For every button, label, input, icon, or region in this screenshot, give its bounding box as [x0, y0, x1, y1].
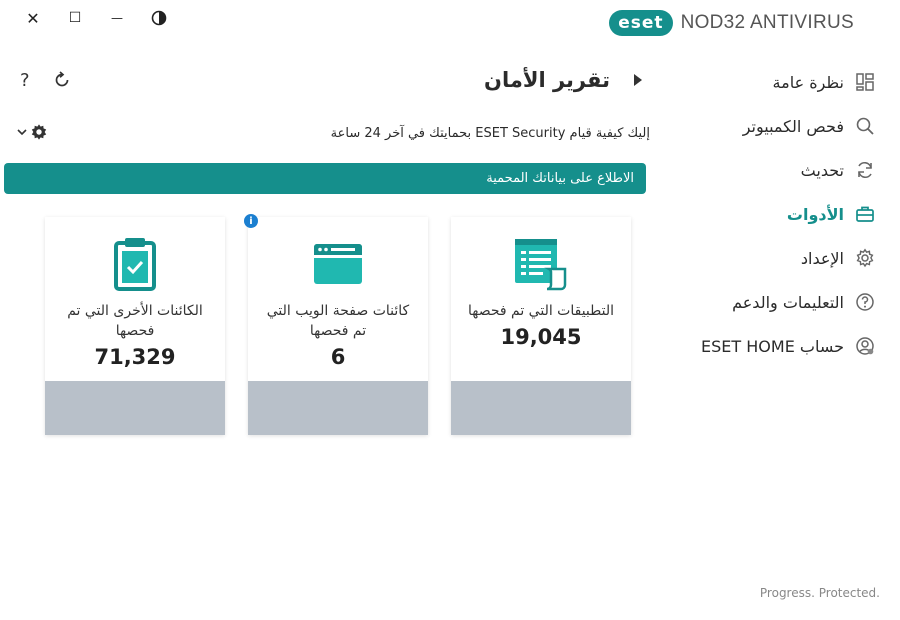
- card-value: 71,329: [94, 345, 176, 369]
- stats-cards: الكائنات الأخرى التي تم فحصها 71,329 i ك…: [45, 214, 631, 435]
- protected-data-banner[interactable]: الاطلاع على بياناتك المحمية: [4, 163, 646, 194]
- card-applications[interactable]: التطبيقات التي تم فحصها 19,045: [451, 217, 631, 435]
- close-icon: ✕: [26, 8, 40, 28]
- sub-header: إليك كيفية قيام ESET Security بحمايتك في…: [0, 120, 660, 148]
- gear-icon: [31, 124, 47, 140]
- card-other-objects[interactable]: الكائنات الأخرى التي تم فحصها 71,329: [45, 217, 225, 435]
- gear-icon: [854, 247, 876, 269]
- card-label: التطبيقات التي تم فحصها: [467, 303, 615, 319]
- sidebar-item-label: فحص الكمبيوتر: [742, 116, 844, 136]
- sidebar-item-account[interactable]: حساب ESET HOME: [676, 324, 876, 368]
- eset-logo: eset: [609, 10, 673, 36]
- contrast-icon: [151, 10, 167, 26]
- brand: eset NOD32 ANTIVIRUS: [609, 10, 854, 36]
- browser-window-icon: [313, 237, 363, 291]
- sidebar-item-help[interactable]: التعليمات والدعم: [676, 280, 876, 324]
- search-icon: [854, 115, 876, 137]
- sidebar-item-label: التعليمات والدعم: [732, 292, 844, 312]
- maximize-button[interactable]: ☐: [54, 8, 96, 28]
- toolbox-icon: [854, 203, 876, 225]
- page-header: ? تقرير الأمان: [0, 64, 650, 100]
- card-label: الكائنات الأخرى التي تم فحصها: [67, 303, 203, 339]
- card-footer: [45, 381, 225, 435]
- card-value: 6: [330, 345, 346, 369]
- card-value: 19,045: [500, 325, 582, 349]
- minimize-icon: —: [111, 11, 123, 25]
- close-button[interactable]: ✕: [12, 8, 54, 28]
- refresh-button[interactable]: [52, 70, 72, 94]
- sidebar-item-label: الأدوات: [786, 204, 844, 224]
- caret-right-icon[interactable]: [634, 74, 642, 86]
- info-icon[interactable]: i: [244, 214, 258, 228]
- sidebar-item-label: تحديث: [800, 160, 844, 180]
- document-list-icon: [513, 237, 569, 291]
- sidebar-item-update[interactable]: تحديث: [676, 148, 876, 192]
- sidebar-item-label: الإعداد: [800, 248, 844, 268]
- maximize-icon: ☐: [68, 10, 82, 26]
- sidebar-item-tools[interactable]: الأدوات: [676, 192, 876, 236]
- chevron-down-icon: [17, 129, 27, 136]
- settings-dropdown[interactable]: [16, 123, 48, 141]
- refresh-icon: [55, 71, 69, 87]
- page-title: تقرير الأمان: [484, 68, 610, 92]
- minimize-button[interactable]: —: [96, 8, 138, 28]
- help-button[interactable]: ?: [20, 70, 30, 91]
- sidebar-item-label: حساب ESET HOME: [701, 336, 844, 356]
- theme-toggle-button[interactable]: [138, 8, 180, 28]
- banner-text: الاطلاع على بياناتك المحمية: [486, 171, 634, 186]
- refresh-icon: [854, 159, 876, 181]
- dashboard-icon: [854, 71, 876, 93]
- sidebar: نظرة عامة فحص الكمبيوتر تحديث الأدوات ال…: [676, 60, 876, 368]
- sidebar-item-label: نظرة عامة: [772, 72, 844, 92]
- footer-tagline: Progress. Protected.: [759, 586, 880, 600]
- user-icon: [854, 335, 876, 357]
- card-label: كائنات صفحة الويب التي تم فحصها: [266, 303, 410, 339]
- sidebar-item-setup[interactable]: الإعداد: [676, 236, 876, 280]
- sidebar-item-scan[interactable]: فحص الكمبيوتر: [676, 104, 876, 148]
- product-name: NOD32 ANTIVIRUS: [680, 12, 854, 33]
- window-controls: ✕ ☐ —: [12, 8, 180, 28]
- sidebar-item-overview[interactable]: نظرة عامة: [676, 60, 876, 104]
- clipboard-check-icon: [113, 237, 157, 291]
- card-web-objects[interactable]: i كائنات صفحة الويب التي تم فحصها 6: [244, 214, 428, 435]
- report-description: إليك كيفية قيام ESET Security بحمايتك في…: [330, 126, 650, 141]
- help-icon: [854, 291, 876, 313]
- card-footer: [248, 381, 428, 435]
- card-footer: [451, 381, 631, 435]
